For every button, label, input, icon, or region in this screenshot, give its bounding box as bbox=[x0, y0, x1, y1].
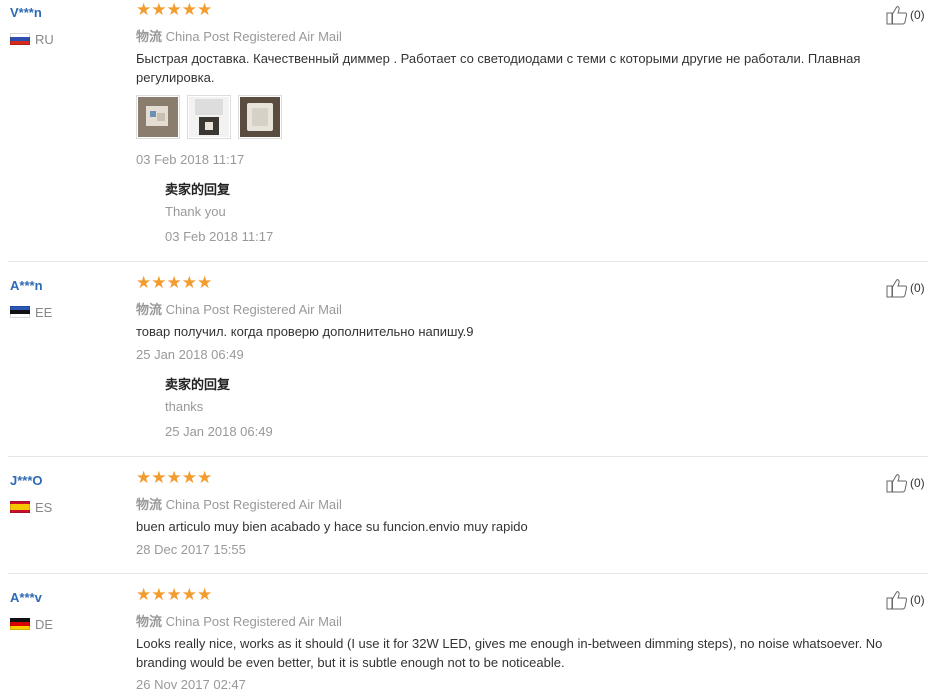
star-icon: ★ bbox=[181, 585, 197, 604]
logistics-value: China Post Registered Air Mail bbox=[165, 302, 342, 317]
star-rating: ★ ★ ★ ★ ★ bbox=[136, 469, 212, 486]
photo-dimmer-switch bbox=[240, 97, 280, 137]
helpful-count: (0) bbox=[910, 476, 925, 490]
logistics-info: 物流 China Post Registered Air Mail bbox=[136, 611, 342, 630]
review-date: 03 Feb 2018 11:17 bbox=[136, 152, 245, 167]
reviewer-name[interactable]: J***O bbox=[10, 473, 43, 488]
review-divider bbox=[8, 573, 928, 574]
logistics-label: 物流 bbox=[136, 614, 163, 629]
star-icon: ★ bbox=[181, 468, 197, 487]
country-code: DE bbox=[35, 616, 54, 632]
helpful-button[interactable]: (0) bbox=[886, 5, 925, 25]
review-photo[interactable] bbox=[136, 95, 180, 139]
photo-dimmer-installed bbox=[189, 97, 229, 137]
logistics-label: 物流 bbox=[136, 29, 163, 44]
logistics-info: 物流 China Post Registered Air Mail bbox=[136, 494, 342, 513]
star-icon: ★ bbox=[151, 468, 167, 487]
review-date: 25 Jan 2018 06:49 bbox=[136, 347, 244, 362]
seller-reply-text: Thank you bbox=[165, 204, 226, 219]
helpful-button[interactable]: (0) bbox=[886, 590, 925, 610]
star-icon: ★ bbox=[166, 468, 182, 487]
flag-es-icon bbox=[10, 501, 30, 513]
star-icon: ★ bbox=[181, 273, 197, 292]
helpful-count: (0) bbox=[910, 593, 925, 607]
review-text: Looks really nice, works as it should (I… bbox=[136, 636, 883, 670]
seller-reply-title: 卖家的回复 bbox=[165, 377, 231, 392]
thumbs-up-icon bbox=[886, 279, 908, 298]
review-divider bbox=[8, 261, 928, 262]
review-date: 26 Nov 2017 02:47 bbox=[136, 677, 246, 692]
star-icon: ★ bbox=[197, 0, 213, 19]
logistics-label: 物流 bbox=[136, 497, 163, 512]
helpful-button[interactable]: (0) bbox=[886, 278, 925, 298]
country-code: RU bbox=[35, 31, 54, 47]
star-icon: ★ bbox=[197, 468, 213, 487]
helpful-count: (0) bbox=[910, 281, 925, 295]
helpful-button[interactable]: (0) bbox=[886, 473, 925, 493]
review-text: Быстрая доставка. Качественный диммер . … bbox=[136, 51, 861, 85]
helpful-count: (0) bbox=[910, 8, 925, 22]
reviewer-country: RU bbox=[10, 31, 54, 47]
flag-ee-icon bbox=[10, 306, 30, 318]
thumbs-up-icon bbox=[886, 591, 908, 610]
reviewer-name[interactable]: A***v bbox=[10, 590, 42, 605]
thumbs-up-icon bbox=[886, 6, 908, 25]
country-code: EE bbox=[35, 304, 53, 320]
logistics-value: China Post Registered Air Mail bbox=[165, 497, 342, 512]
star-icon: ★ bbox=[151, 273, 167, 292]
review-date: 28 Dec 2017 15:55 bbox=[136, 542, 246, 557]
seller-reply-date: 03 Feb 2018 11:17 bbox=[165, 229, 274, 244]
review-photo[interactable] bbox=[238, 95, 282, 139]
star-icon: ★ bbox=[136, 0, 152, 19]
seller-reply-date: 25 Jan 2018 06:49 bbox=[165, 424, 273, 439]
star-rating: ★ ★ ★ ★ ★ bbox=[136, 1, 212, 18]
logistics-label: 物流 bbox=[136, 302, 163, 317]
reviewer-country: DE bbox=[10, 616, 53, 632]
logistics-info: 物流 China Post Registered Air Mail bbox=[136, 299, 342, 318]
review-text: buen articulo muy bien acabado y hace su… bbox=[136, 519, 528, 534]
star-icon: ★ bbox=[151, 585, 167, 604]
star-icon: ★ bbox=[151, 0, 167, 19]
photo-dimmer-box bbox=[138, 97, 178, 137]
logistics-info: 物流 China Post Registered Air Mail bbox=[136, 26, 342, 45]
star-icon: ★ bbox=[136, 273, 152, 292]
star-icon: ★ bbox=[166, 0, 182, 19]
star-icon: ★ bbox=[166, 585, 182, 604]
flag-de-icon bbox=[10, 618, 30, 630]
logistics-value: China Post Registered Air Mail bbox=[165, 614, 342, 629]
logistics-value: China Post Registered Air Mail bbox=[165, 29, 342, 44]
star-rating: ★ ★ ★ ★ ★ bbox=[136, 586, 212, 603]
star-rating: ★ ★ ★ ★ ★ bbox=[136, 274, 212, 291]
review-photos bbox=[136, 95, 282, 139]
reviewer-country: EE bbox=[10, 304, 52, 320]
star-icon: ★ bbox=[181, 0, 197, 19]
country-code: ES bbox=[35, 499, 53, 515]
reviewer-name[interactable]: V***n bbox=[10, 5, 42, 20]
star-icon: ★ bbox=[197, 585, 213, 604]
star-icon: ★ bbox=[166, 273, 182, 292]
reviewer-country: ES bbox=[10, 499, 52, 515]
star-icon: ★ bbox=[136, 585, 152, 604]
flag-ru-icon bbox=[10, 33, 30, 45]
star-icon: ★ bbox=[197, 273, 213, 292]
thumbs-up-icon bbox=[886, 474, 908, 493]
review-text: товар получил. когда проверю дополнитель… bbox=[136, 324, 474, 339]
seller-reply-title: 卖家的回复 bbox=[165, 182, 231, 197]
star-icon: ★ bbox=[136, 468, 152, 487]
review-divider bbox=[8, 456, 928, 457]
reviewer-name[interactable]: A***n bbox=[10, 278, 43, 293]
seller-reply-text: thanks bbox=[165, 399, 204, 414]
review-photo[interactable] bbox=[187, 95, 231, 139]
